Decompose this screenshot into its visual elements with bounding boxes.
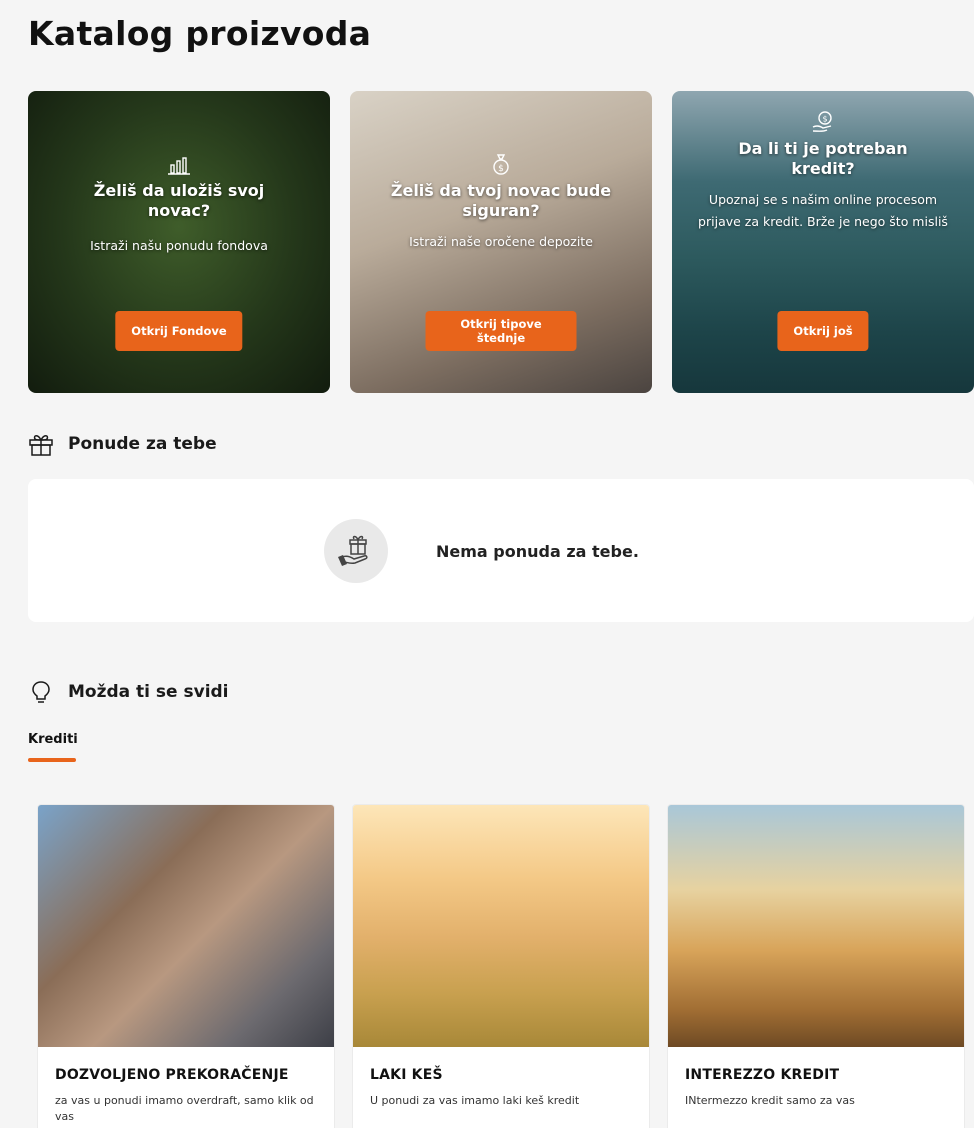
offers-title: Ponude za tebe: [68, 434, 217, 454]
gift-icon: [29, 435, 53, 456]
product-image-kite-family: [353, 805, 649, 1047]
offers-section-header: Ponude za tebe: [28, 432, 217, 456]
promo-text: Istraži našu ponudu fondova: [90, 238, 268, 253]
product-image-father-child: [668, 805, 964, 1047]
product-card-laki-kes[interactable]: LAKI KEŠ U ponudi za vas imamo laki keš …: [352, 804, 650, 1128]
product-description: INtermezzo kredit samo za vas: [685, 1094, 855, 1107]
bar-chart-icon: [168, 157, 190, 175]
lightbulb-icon: [32, 681, 50, 703]
svg-text:$: $: [822, 115, 827, 124]
product-description: za vas u ponudi imamo overdraft, samo kl…: [55, 1094, 314, 1123]
gift-hand-icon: [338, 535, 368, 566]
promo-title: Da li ti je potreban kredit?: [738, 139, 908, 178]
suggestions-section-header: Možda ti se svidi: [28, 680, 229, 704]
promo-title: Želiš da uložiš svoj novac?: [93, 181, 265, 220]
discover-savings-button[interactable]: Otkrij tipove štednje: [425, 311, 577, 351]
page-title: Katalog proizvoda: [28, 14, 372, 53]
suggestions-title: Možda ti se svidi: [68, 682, 229, 702]
product-name: DOZVOLJENO PREKORAČENJE: [55, 1067, 289, 1083]
discover-credit-button[interactable]: Otkrij još: [777, 311, 869, 351]
product-card-interezzo[interactable]: INTEREZZO KREDIT INtermezzo kredit samo …: [667, 804, 965, 1128]
discover-funds-button[interactable]: Otkrij Fondove: [115, 311, 243, 351]
money-bag-icon: $: [493, 154, 509, 175]
promo-card-savings: $ Želiš da tvoj novac bude siguran? Istr…: [350, 91, 652, 393]
product-card-overdraft[interactable]: DOZVOLJENO PREKORAČENJE za vas u ponudi …: [37, 804, 335, 1128]
svg-text:$: $: [498, 164, 504, 174]
tab-active-indicator: [28, 758, 76, 762]
empty-offers-illustration: [324, 519, 388, 583]
promo-title: Želiš da tvoj novac bude siguran?: [390, 181, 612, 220]
product-image-couple: [38, 805, 334, 1047]
empty-offers-text: Nema ponuda za tebe.: [436, 542, 639, 561]
offers-panel: Nema ponuda za tebe.: [28, 479, 974, 622]
promo-card-credit: $ Da li ti je potreban kredit? Upoznaj s…: [672, 91, 974, 393]
promo-text: Istraži naše oročene depozite: [409, 234, 593, 249]
product-description: U ponudi za vas imamo laki keš kredit: [370, 1094, 580, 1107]
promo-text: Upoznaj se s našim online procesom prija…: [698, 192, 948, 229]
product-name: INTEREZZO KREDIT: [685, 1067, 840, 1083]
promo-card-funds: Želiš da uložiš svoj novac? Istraži našu…: [28, 91, 330, 393]
hand-coin-icon: $: [812, 111, 832, 132]
tab-credits[interactable]: Krediti: [28, 732, 78, 747]
product-name: LAKI KEŠ: [370, 1067, 443, 1083]
